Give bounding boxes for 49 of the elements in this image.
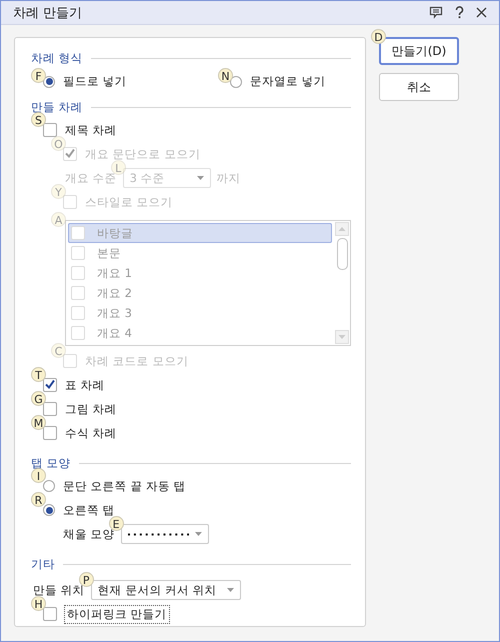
radio-button[interactable] (43, 480, 55, 492)
shortcut-badge: N (218, 68, 233, 83)
position-dropdown[interactable]: 현재 문서의 커서 위치 (90, 580, 241, 600)
radio-label: 필드로 넣기 (63, 74, 127, 89)
checkbox-label: 표 차례 (65, 378, 105, 392)
shortcut-badge: T (31, 367, 46, 382)
checkbox-label: 제목 차례 (65, 122, 117, 138)
caret-icon (194, 532, 202, 536)
checkbox[interactable] (43, 426, 57, 440)
field-suffix: 까지 (216, 170, 241, 186)
shortcut-badge: I (31, 468, 46, 483)
checkbox[interactable] (43, 607, 57, 621)
caret-icon (226, 588, 234, 592)
comment-icon[interactable] (429, 6, 443, 19)
section-heading: 만들 차례 (31, 100, 83, 114)
checkbox-label: 개요 문단으로 모으기 (85, 146, 200, 162)
caret-icon (196, 176, 204, 180)
close-icon[interactable] (476, 7, 487, 18)
checkbox-label: 그림 차례 (65, 402, 117, 416)
checkbox-label: 하이퍼링크 만들기 (65, 606, 169, 622)
checkbox-label: 수식 차례 (65, 426, 117, 440)
shortcut-badge: P (78, 572, 94, 587)
radio-button[interactable] (43, 76, 55, 88)
shortcut-badge: S (31, 112, 46, 127)
section-heading: 기타 (31, 556, 55, 572)
radio-button[interactable] (230, 76, 242, 88)
cancel-button[interactable]: 취소 (379, 73, 459, 101)
checkbox-label: 스타일로 모으기 (85, 194, 173, 210)
section-heading: 탭 모양 (31, 456, 71, 470)
radio-button[interactable] (43, 504, 55, 516)
shortcut-badge: G (31, 391, 46, 406)
shortcut-badge: H (31, 596, 46, 611)
radio-label: 문단 오른쪽 끝 자동 탭 (63, 478, 186, 494)
shortcut-badge: M (31, 415, 46, 430)
radio-label: 오른쪽 탭 (63, 502, 115, 518)
shortcut-badge: F (31, 68, 46, 83)
help-icon[interactable] (455, 6, 464, 19)
checkbox[interactable] (43, 402, 57, 416)
checkbox[interactable] (43, 123, 57, 137)
dotted-leader-icon (128, 532, 189, 536)
shortcut-badge: E (108, 516, 124, 531)
radio-label: 문자열로 넣기 (250, 74, 326, 89)
checkbox-label: 차례 코드로 모으기 (85, 354, 188, 368)
window-title: 차례 만들기 (13, 4, 82, 22)
leader-dropdown[interactable] (120, 524, 209, 544)
shortcut-badge: R (31, 492, 46, 507)
shortcut-badge: D (371, 29, 386, 44)
checkbox[interactable] (43, 378, 57, 392)
section-heading: 차례 형식 (31, 50, 83, 66)
